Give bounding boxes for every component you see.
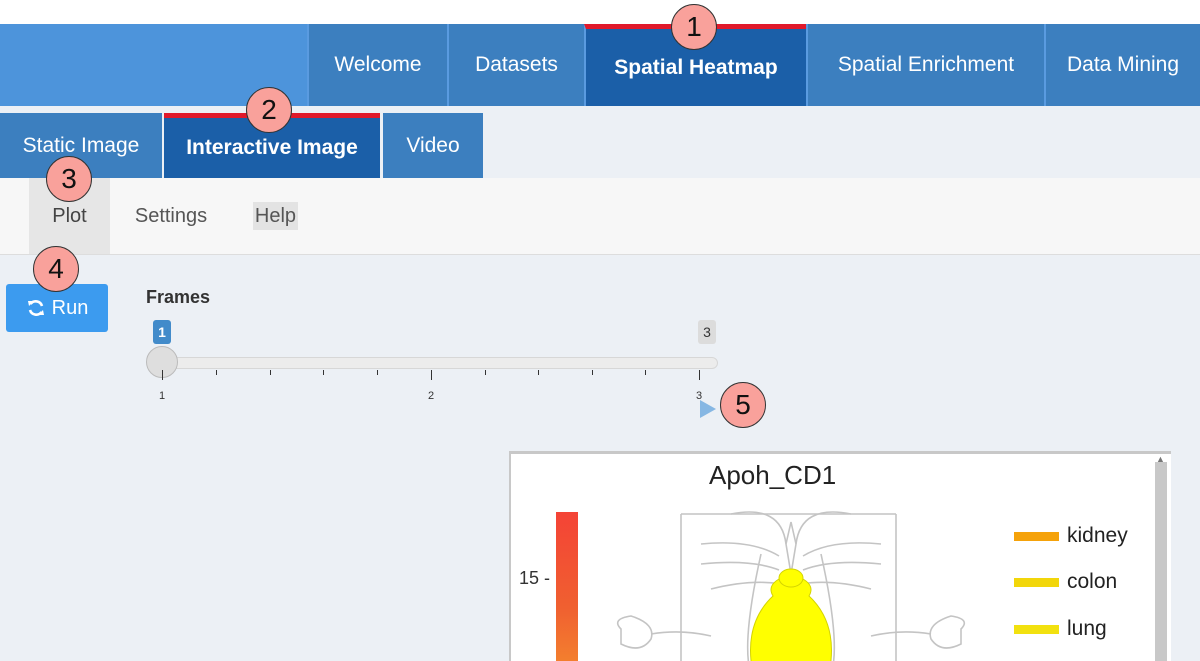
legend-label: lung	[1067, 617, 1107, 640]
tab-spatial-enrichment[interactable]: Spatial Enrichment	[806, 24, 1044, 106]
legend-swatch	[1014, 531, 1059, 541]
mouse-anatomy-image	[616, 511, 966, 661]
legend-swatch	[1014, 577, 1059, 587]
legend-label: kidney	[1067, 524, 1128, 547]
slider-tick-major	[699, 370, 700, 380]
tab-help[interactable]: Help	[249, 178, 302, 254]
legend-label: colon	[1067, 570, 1118, 593]
tab-video[interactable]: Video	[383, 113, 483, 178]
slider-tick-minor	[485, 370, 486, 375]
heatmap-plot: ▲ Apoh_CD1 15 - kidney colon lung	[509, 451, 1171, 661]
legend-item-kidney[interactable]: kidney	[1014, 524, 1128, 548]
legend-swatch	[1014, 624, 1059, 634]
annotation-marker: 5	[720, 382, 766, 428]
annotation-marker: 2	[246, 87, 292, 133]
app-frame: Welcome Datasets Spatial Heatmap Spatial…	[0, 24, 1200, 661]
legend-item-lung[interactable]: lung	[1014, 617, 1107, 641]
frames-label: Frames	[146, 287, 211, 307]
colorbar-tick-label: 15 -	[519, 568, 551, 588]
slider-max-badge: 3	[698, 320, 716, 344]
slider-tick-major	[431, 370, 432, 380]
legend-item-colon[interactable]: colon	[1014, 570, 1117, 594]
play-icon[interactable]	[700, 400, 716, 418]
annotation-marker: 1	[671, 4, 717, 50]
slider-tick-minor	[323, 370, 324, 375]
refresh-icon	[27, 300, 44, 316]
slider-min-badge: 1	[153, 320, 171, 344]
tab-datasets[interactable]: Datasets	[447, 24, 584, 106]
slider-tick-label: 1	[159, 390, 166, 402]
plot-scrollbar[interactable]	[1155, 462, 1167, 661]
slider-tick-minor	[592, 370, 593, 375]
annotation-marker: 3	[46, 156, 92, 202]
slider-tick-minor	[216, 370, 217, 375]
colorbar	[556, 512, 578, 661]
slider-tick-minor	[538, 370, 539, 375]
tab-data-mining[interactable]: Data Mining	[1044, 24, 1200, 106]
tab-settings[interactable]: Settings	[125, 178, 217, 254]
slider-tick-label: 2	[428, 390, 435, 402]
run-button-label: Run	[51, 296, 89, 319]
slider-tick-minor	[645, 370, 646, 375]
frames-slider-track[interactable]	[150, 357, 718, 369]
top-navbar: Welcome Datasets Spatial Heatmap Spatial…	[0, 24, 1200, 106]
slider-tick-major	[162, 370, 163, 380]
tab-welcome[interactable]: Welcome	[307, 24, 447, 106]
slider-tick-minor	[377, 370, 378, 375]
plot-title: Apoh_CD1	[709, 460, 837, 490]
annotation-marker: 4	[33, 246, 79, 292]
slider-tick-minor	[270, 370, 271, 375]
